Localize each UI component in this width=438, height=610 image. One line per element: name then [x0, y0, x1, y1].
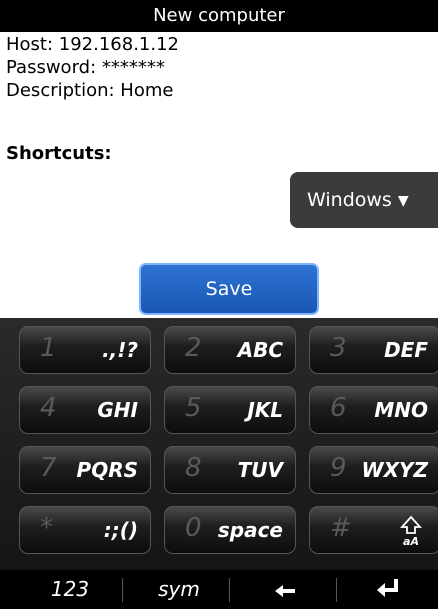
key-3[interactable]: 3 DEF	[309, 326, 438, 374]
key-label: JKL	[247, 398, 283, 422]
key-digit: 7	[40, 453, 57, 483]
key-label: .,!?	[102, 338, 138, 362]
enter-icon	[376, 571, 399, 610]
symbols-key[interactable]: sym	[134, 570, 224, 609]
key-digit: 3	[330, 333, 347, 363]
save-button[interactable]: Save	[139, 263, 319, 315]
key-digit: 9	[330, 453, 347, 483]
divider	[229, 578, 230, 602]
keyboard-bottom-bar: 123 sym	[0, 570, 438, 609]
key-label: WXYZ	[361, 458, 428, 482]
divider	[336, 578, 337, 602]
key-label: :;()	[103, 518, 138, 542]
key-asterisk[interactable]: * :;()	[19, 506, 151, 554]
numbers-key[interactable]: 123	[30, 570, 110, 609]
virtual-keyboard: 1 .,!? 2 ABC 3 DEF 4 GHI 5 JKL 6 MNO 7 P…	[0, 318, 438, 609]
key-digit: 4	[40, 393, 57, 423]
key-digit: 8	[185, 453, 202, 483]
key-digit: 2	[185, 333, 202, 363]
key-5[interactable]: 5 JKL	[164, 386, 296, 434]
key-4[interactable]: 4 GHI	[19, 386, 151, 434]
connection-details: Host: 192.168.1.12 Password: ******* Des…	[6, 33, 179, 102]
backspace-icon	[275, 571, 295, 610]
key-1[interactable]: 1 .,!?	[19, 326, 151, 374]
password-field[interactable]: Password: *******	[6, 56, 179, 79]
key-label: GHI	[97, 398, 138, 422]
key-digit: #	[330, 513, 352, 543]
key-digit: 1	[40, 333, 57, 363]
shortcuts-dropdown[interactable]: Windows ▼	[290, 172, 438, 228]
key-hash-shift[interactable]: # aA	[309, 506, 438, 554]
key-digit: 5	[185, 393, 202, 423]
backspace-key[interactable]	[240, 570, 330, 609]
key-label: TUV	[237, 458, 283, 482]
description-field[interactable]: Description: Home	[6, 79, 179, 102]
key-9[interactable]: 9 WXYZ	[309, 446, 438, 494]
svg-text:aA: aA	[403, 535, 419, 547]
shortcuts-label: Shortcuts:	[6, 143, 112, 164]
dropdown-arrow-icon: ▼	[397, 193, 409, 209]
key-digit: 0	[185, 513, 202, 543]
key-0-space[interactable]: 0 space	[164, 506, 296, 554]
key-label: space	[217, 518, 283, 542]
key-label: MNO	[374, 398, 428, 422]
shift-aA-icon: aA	[398, 515, 424, 551]
divider	[122, 578, 123, 602]
key-6[interactable]: 6 MNO	[309, 386, 438, 434]
host-field[interactable]: Host: 192.168.1.12	[6, 33, 179, 56]
dropdown-value: Windows	[307, 189, 392, 211]
key-digit: 6	[330, 393, 347, 423]
key-label: ABC	[237, 338, 283, 362]
key-2[interactable]: 2 ABC	[164, 326, 296, 374]
key-label: PQRS	[76, 458, 138, 482]
key-7[interactable]: 7 PQRS	[19, 446, 151, 494]
enter-key[interactable]	[345, 570, 430, 609]
page-title: New computer	[0, 0, 438, 32]
key-label: DEF	[384, 338, 428, 362]
key-8[interactable]: 8 TUV	[164, 446, 296, 494]
key-digit: *	[40, 513, 53, 543]
